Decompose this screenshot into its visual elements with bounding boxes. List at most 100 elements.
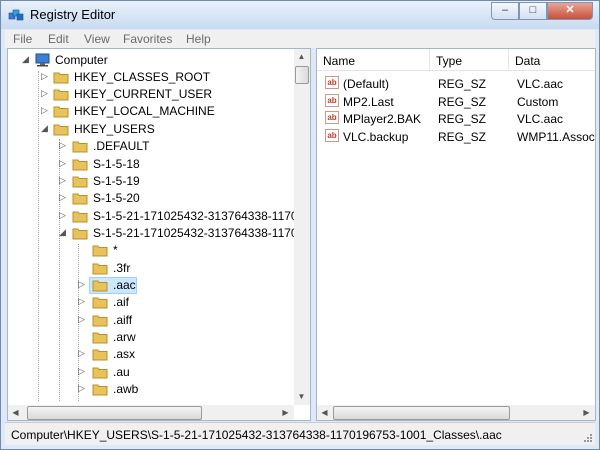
menu-help[interactable]: Help (186, 32, 211, 46)
value-name: MPlayer2.BAK (343, 112, 422, 126)
string-value-icon: ab (325, 129, 339, 142)
menu-favorites[interactable]: Favorites (123, 32, 172, 46)
expand-arrow-icon[interactable]: ▷ (41, 71, 49, 82)
minimize-button[interactable]: – (491, 2, 519, 20)
expand-arrow-icon[interactable]: ▷ (59, 175, 67, 186)
expand-arrow-icon[interactable]: ▷ (41, 88, 49, 99)
menu-file[interactable]: File (13, 32, 32, 46)
expand-arrow-icon[interactable]: ▷ (78, 279, 86, 290)
maximize-button[interactable]: □ (519, 2, 547, 20)
tree-item-hkey-classes-root[interactable]: ▷ HKEY_CLASSES_ROOT (8, 69, 298, 86)
maximize-icon: □ (529, 4, 537, 16)
horizontal-scroll-thumb[interactable] (27, 406, 202, 420)
tree-item-computer[interactable]: ◢ Computer (8, 52, 298, 69)
tree-item-user[interactable]: ▷ S-1-5-20 (8, 190, 298, 207)
menu-view[interactable]: View (84, 32, 110, 46)
list-horizontal-scrollbar[interactable]: ◀ ▶ (317, 405, 595, 420)
tree-label: .asx (113, 347, 136, 361)
tree-item-key[interactable]: * (8, 242, 208, 259)
tree-label: .arw (113, 330, 136, 344)
value-name: MP2.Last (343, 95, 394, 109)
tree-item-user-classes[interactable]: ◢ S-1-5-21-171025432-313764338-11701 (8, 225, 308, 242)
folder-icon (53, 72, 69, 84)
tree-item-key[interactable]: ▷ .aiff (8, 312, 208, 329)
value-name: (Default) (343, 77, 390, 91)
folder-icon (92, 280, 108, 292)
tree-item-key[interactable]: ▷ .aif (8, 294, 208, 311)
values-list-pane[interactable]: Name Type Data ab (Default) REG_SZ VLC.a… (316, 48, 596, 421)
minimize-icon: – (501, 4, 509, 16)
folder-icon (92, 245, 108, 257)
tree-item-key[interactable]: .3fr (8, 260, 208, 277)
column-header-data[interactable]: Data (509, 49, 595, 71)
value-type: REG_SZ (438, 77, 487, 91)
key-tree-pane[interactable]: ◢ Computer ▷ HKEY_CLASSES_ROOT ▷ HKEY_CU… (7, 48, 311, 421)
tree-item-key[interactable]: ▷ .awb (8, 381, 208, 398)
folder-icon (72, 141, 88, 153)
folder-icon (92, 384, 108, 396)
folder-icon (53, 106, 69, 118)
tree-item-key[interactable]: .arw (8, 329, 208, 346)
tree-label: .3fr (113, 261, 131, 275)
collapse-arrow-icon[interactable]: ◢ (59, 227, 67, 238)
expand-arrow-icon[interactable]: ▷ (78, 296, 86, 307)
expand-arrow-icon[interactable]: ▷ (59, 140, 67, 151)
expand-arrow-icon[interactable]: ▷ (78, 314, 86, 325)
folder-icon (92, 367, 108, 379)
tree-label: * (113, 243, 118, 257)
scroll-up-icon[interactable]: ▲ (294, 49, 309, 64)
expand-arrow-icon[interactable]: ▷ (78, 366, 86, 377)
scroll-right-icon[interactable]: ▶ (579, 405, 594, 420)
expand-arrow-icon[interactable]: ▷ (59, 192, 67, 203)
tree-label: .aif (113, 295, 130, 309)
tree-label: S-1-5-20 (93, 191, 140, 205)
folder-icon (72, 159, 88, 171)
expand-arrow-icon[interactable]: ▷ (78, 348, 86, 359)
folder-icon (92, 349, 108, 361)
tree-label: S-1-5-21-171025432-313764338-11701 (93, 209, 305, 223)
expand-arrow-icon[interactable]: ▷ (41, 105, 49, 116)
scroll-down-icon[interactable]: ▼ (294, 389, 309, 404)
tree-item-user[interactable]: ▷ S-1-5-18 (8, 156, 298, 173)
tree-item-key-selected[interactable]: ▷ .aac (8, 277, 208, 294)
resize-grip-icon[interactable] (583, 433, 593, 443)
string-value-icon: ab (325, 111, 339, 124)
collapse-arrow-icon[interactable]: ◢ (41, 123, 49, 134)
column-header-type[interactable]: Type (430, 49, 509, 71)
registry-editor-icon (8, 9, 24, 21)
tree-item-key[interactable]: ▷ .au (8, 364, 208, 381)
scroll-left-icon[interactable]: ◀ (317, 405, 332, 420)
tree-vertical-scrollbar[interactable]: ▲ ▼ (294, 49, 310, 405)
tree-item-hkey-users[interactable]: ◢ HKEY_USERS (8, 121, 298, 138)
tree-horizontal-scrollbar[interactable]: ◀ ▶ (8, 405, 294, 420)
horizontal-scroll-thumb[interactable] (333, 406, 510, 420)
value-data: VLC.aac (517, 77, 564, 91)
close-button[interactable]: ✕ (547, 2, 593, 20)
expand-arrow-icon[interactable]: ▷ (59, 158, 67, 169)
tree-label: HKEY_CURRENT_USER (74, 87, 213, 101)
vertical-scroll-thumb[interactable] (295, 66, 309, 84)
column-header-name[interactable]: Name (317, 49, 430, 71)
tree-item-user[interactable]: ▷ .DEFAULT (8, 138, 298, 155)
scroll-right-icon[interactable]: ▶ (278, 405, 293, 420)
title-bar[interactable]: Registry Editor – □ ✕ (1, 1, 599, 29)
status-path: Computer\HKEY_USERS\S-1-5-21-171025432-3… (11, 428, 502, 442)
folder-icon (72, 193, 88, 205)
tree-item-user[interactable]: ▷ S-1-5-21-171025432-313764338-11701 (8, 208, 308, 225)
scroll-left-icon[interactable]: ◀ (8, 405, 23, 420)
string-value-icon: ab (325, 94, 339, 107)
computer-icon (35, 53, 50, 67)
expand-arrow-icon[interactable]: ▷ (59, 210, 67, 221)
tree-label: .au (113, 365, 130, 379)
tree-item-hkey-current-user[interactable]: ▷ HKEY_CURRENT_USER (8, 86, 298, 103)
collapse-arrow-icon[interactable]: ◢ (22, 54, 30, 65)
tree-item-user[interactable]: ▷ S-1-5-19 (8, 173, 298, 190)
tree-label: Computer (55, 53, 108, 67)
value-type: REG_SZ (438, 130, 487, 144)
menu-bar: File Edit View Favorites Help (5, 30, 595, 48)
value-data: VLC.aac (517, 112, 564, 126)
tree-item-hkey-local-machine[interactable]: ▷ HKEY_LOCAL_MACHINE (8, 103, 298, 120)
menu-edit[interactable]: Edit (48, 32, 69, 46)
expand-arrow-icon[interactable]: ▷ (78, 383, 86, 394)
tree-item-key[interactable]: ▷ .asx (8, 346, 208, 363)
